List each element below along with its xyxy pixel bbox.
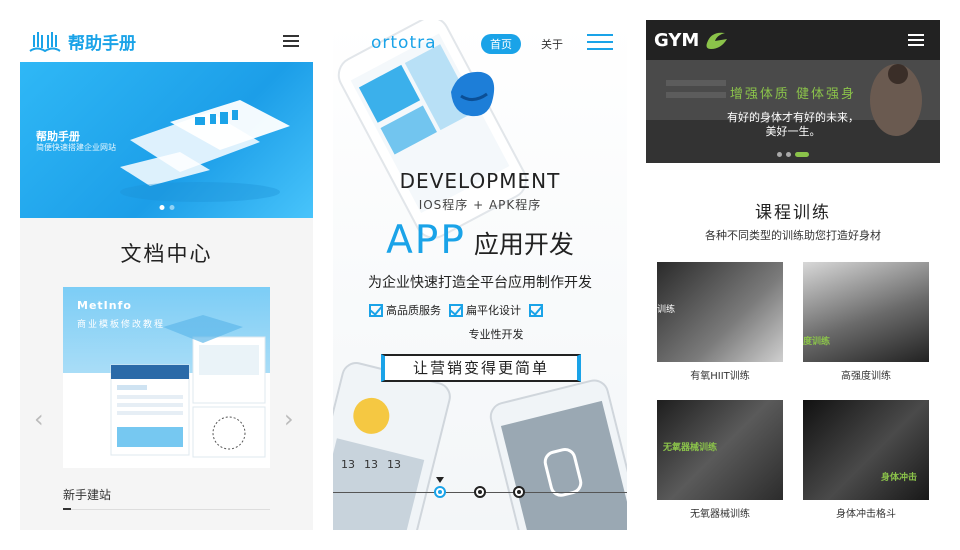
section-subtitle: 各种不同类型的训练助您打造好身材 xyxy=(705,229,881,242)
nav-home-button[interactable]: 首页 xyxy=(481,34,521,54)
slogan-button[interactable]: 让营销变得更简单 xyxy=(381,354,581,382)
banner-subtitle: 简便快速搭建企业网站 xyxy=(36,143,116,152)
carousel-dots xyxy=(777,152,809,157)
logo-text: GYM xyxy=(654,29,700,51)
divider xyxy=(63,509,270,510)
carousel-dot[interactable] xyxy=(169,205,174,210)
tagline: 为企业快速打造全平台应用制作开发 xyxy=(368,275,592,291)
feature-item: 扁平化设计 xyxy=(449,302,521,318)
course-image: 无氧器械训练 xyxy=(657,400,783,500)
header: ortotra 首页 关于 xyxy=(333,20,627,65)
course-card[interactable]: 身体冲击 身体冲击格斗 xyxy=(803,400,929,520)
phone-text: 13 xyxy=(364,458,378,471)
footer-label[interactable]: 新手建站 xyxy=(63,486,111,503)
hero-line-2: 美好一生。 xyxy=(765,125,821,138)
phone-weather-row: 13 13 13 xyxy=(341,458,401,471)
carousel-dot[interactable] xyxy=(777,152,782,157)
hero-banner[interactable]: 帮助手册 简便快速搭建企业网站 xyxy=(20,62,313,218)
course-overlay-text: 身体冲击 xyxy=(881,473,918,483)
book-logo-icon xyxy=(29,32,61,53)
course-caption: 无氧器械训练 xyxy=(690,509,750,520)
app-title: APP 应用开发 xyxy=(333,218,627,263)
course-image: 身体冲击 xyxy=(803,400,929,500)
doc-card[interactable]: MetInfo 商业模板修改教程 xyxy=(63,287,270,468)
development-heading: DEVELOPMENT xyxy=(399,169,561,193)
timeline-caret-icon xyxy=(436,477,444,483)
course-caption: 有氧HIIT训练 xyxy=(690,371,750,382)
course-card[interactable]: 无氧器械训练 无氧器械训练 xyxy=(657,400,783,520)
header: 帮助手册 xyxy=(20,20,313,62)
course-caption: 高强度训练 xyxy=(841,371,891,382)
app-suffix: 应用开发 xyxy=(473,230,574,259)
help-manual-panel: 帮助手册 帮助手册 简便快速搭建企业网站 文档中心 ‹ › MetInfo 商业… xyxy=(20,20,313,530)
timeline-dot[interactable] xyxy=(474,486,486,498)
hero-headline: 增强体质 健体强身 xyxy=(729,87,857,102)
feature-item xyxy=(529,303,546,317)
feature-label: 专业性开发 xyxy=(468,328,524,341)
section-title: 文档中心 xyxy=(120,242,213,266)
app-word: APP xyxy=(386,218,466,263)
course-overlay-text: 无氧器械训练 xyxy=(663,443,718,453)
carousel-dots xyxy=(159,205,174,210)
checkbox-icon xyxy=(529,303,543,317)
course-image: 训练 xyxy=(657,262,783,362)
swoosh-logo-icon xyxy=(706,32,728,49)
course-image: 度训练 xyxy=(803,262,929,362)
nav-about-link[interactable]: 关于 xyxy=(541,36,563,52)
checkbox-icon xyxy=(369,303,383,317)
platform-subheading: IOS程序 + APK程序 xyxy=(418,198,542,212)
section-title: 课程训练 xyxy=(755,203,831,223)
prev-arrow-icon[interactable]: ‹ xyxy=(34,405,44,433)
menu-icon[interactable] xyxy=(283,35,299,47)
course-overlay-text: 度训练 xyxy=(803,337,831,347)
header: GYM xyxy=(646,20,940,60)
feature-label: 扁平化设计 xyxy=(466,304,521,317)
carousel-dot[interactable] xyxy=(795,152,809,157)
course-card[interactable]: 训练 有氧HIIT训练 xyxy=(657,262,783,382)
template-screens-icon xyxy=(110,315,266,458)
gym-logo[interactable]: GYM xyxy=(654,29,733,51)
carousel-dot[interactable] xyxy=(786,152,791,157)
phone-text: 13 xyxy=(341,458,355,471)
next-arrow-icon[interactable]: › xyxy=(284,405,294,433)
brand-logo[interactable]: ortotra xyxy=(371,33,437,53)
menu-icon[interactable] xyxy=(908,34,924,46)
course-overlay-text: 训练 xyxy=(657,305,676,315)
course-card[interactable]: 度训练 高强度训练 xyxy=(803,262,929,382)
feature-item: 高品质服务 xyxy=(369,302,441,318)
gym-panel: GYM 增强体质 健体强身 有好的身体才有好的未来， 美好一生。 课程训练 各种… xyxy=(646,20,940,530)
feature-list: 高品质服务 扁平化设计 专业性开发 xyxy=(369,302,599,342)
logo-text: 帮助手册 xyxy=(68,33,136,54)
app-dev-panel: ortotra 首页 关于 DEVELOPMENT IOS程序 + APK程序 … xyxy=(333,20,627,530)
feature-label: 高品质服务 xyxy=(386,304,441,317)
hero-banner[interactable]: 增强体质 健体强身 有好的身体才有好的未来， 美好一生。 xyxy=(646,60,940,163)
active-underline xyxy=(63,508,71,510)
logo[interactable]: 帮助手册 xyxy=(28,29,136,54)
checkbox-icon xyxy=(449,303,463,317)
timeline-dot[interactable] xyxy=(434,486,446,498)
timeline-dot[interactable] xyxy=(513,486,525,498)
menu-icon[interactable] xyxy=(587,34,613,50)
phone-text: 13 xyxy=(387,458,401,471)
carousel-dot[interactable] xyxy=(159,205,164,210)
course-caption: 身体冲击格斗 xyxy=(836,509,896,520)
